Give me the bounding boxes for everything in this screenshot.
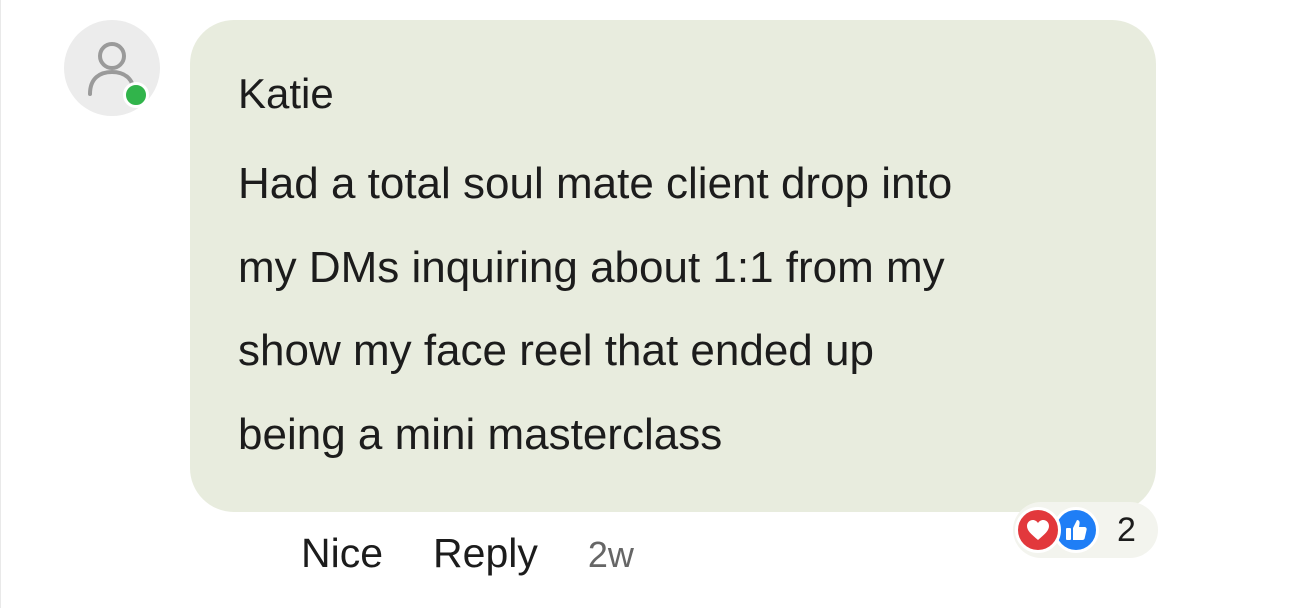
- reply-button[interactable]: Reply: [433, 530, 538, 577]
- comment-line: show my face reel that ended up: [238, 326, 874, 375]
- comment-line: my DMs inquiring about 1:1 from my: [238, 242, 945, 292]
- comment-body: Had a total soul mate client drop into m…: [238, 142, 1118, 476]
- comment-line: Had a total soul mate client drop into: [238, 159, 953, 208]
- online-status-dot: [123, 82, 149, 108]
- comment-actions: Nice Reply 2w: [301, 530, 634, 577]
- comment-bubble: Katie Had a total soul mate client drop …: [190, 20, 1156, 512]
- heart-icon: [1015, 507, 1061, 553]
- comment-author[interactable]: Katie: [238, 66, 1116, 122]
- comment-line: being a mini masterclass: [238, 409, 723, 459]
- reaction-summary[interactable]: 2: [1013, 502, 1158, 558]
- comment-thread: Katie Had a total soul mate client drop …: [0, 0, 1290, 608]
- reaction-icons: [1015, 502, 1105, 558]
- react-button[interactable]: Nice: [301, 530, 383, 577]
- comment-timestamp[interactable]: 2w: [588, 534, 634, 576]
- reaction-count: 2: [1117, 510, 1136, 549]
